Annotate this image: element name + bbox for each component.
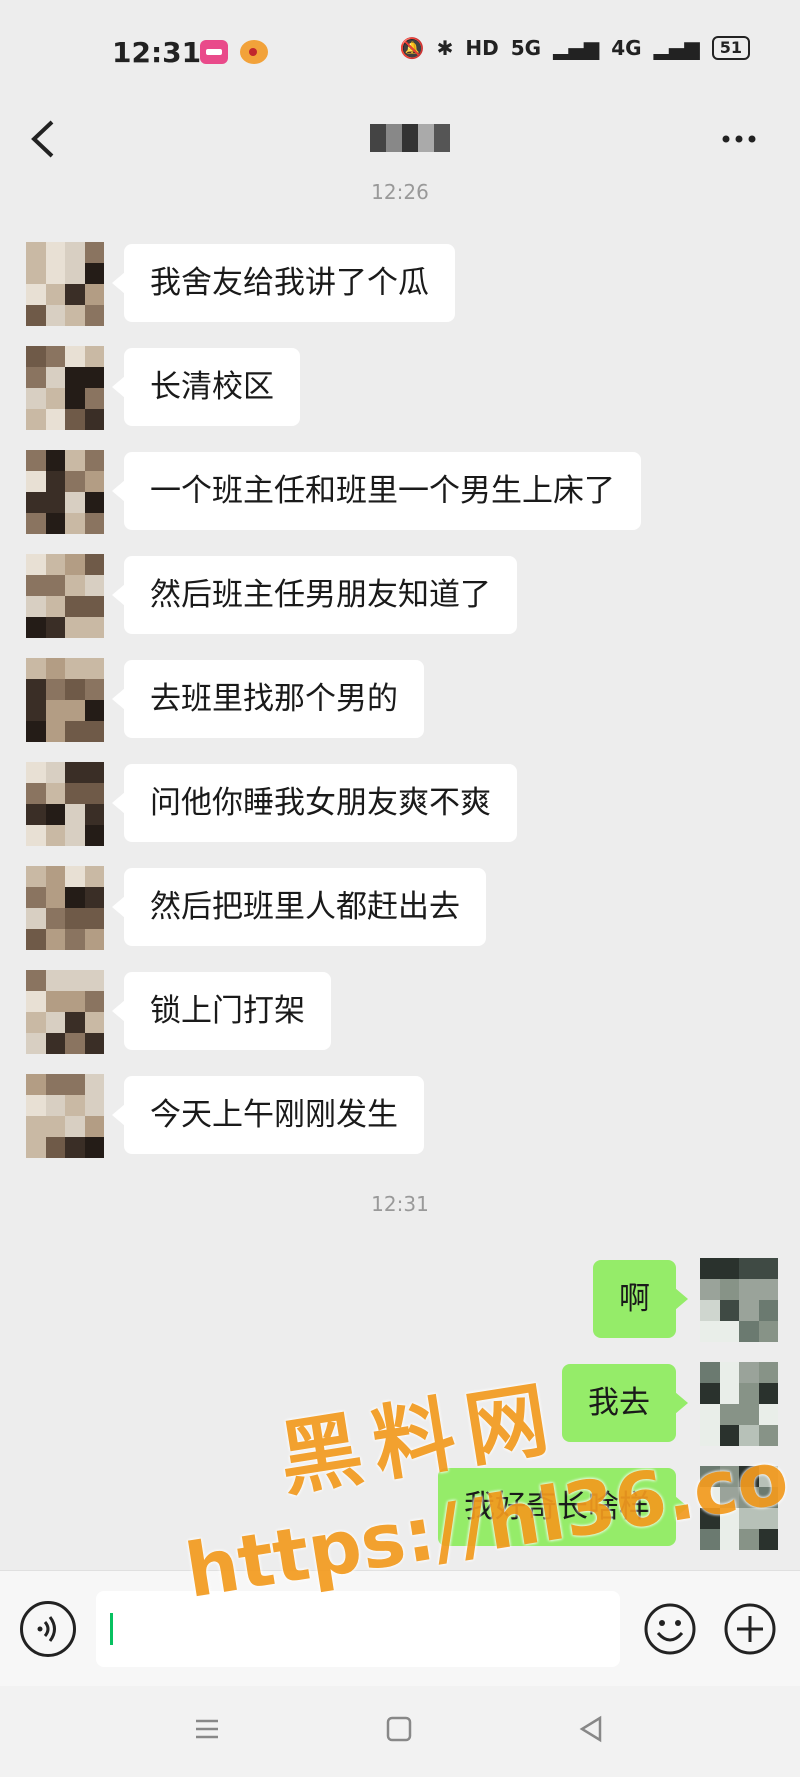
message-bubble-incoming[interactable]: 去班里找那个男的	[112, 660, 424, 738]
message-input-bar	[0, 1570, 800, 1686]
message-row: 问他你睡我女朋友爽不爽	[0, 762, 800, 846]
plus-button[interactable]	[722, 1601, 778, 1657]
voice-button[interactable]	[20, 1601, 76, 1657]
message-bubble-incoming[interactable]: 长清校区	[112, 348, 300, 426]
timestamp: 12:26	[371, 180, 429, 204]
avatar[interactable]	[26, 762, 104, 846]
nav-back-button[interactable]	[574, 1712, 608, 1746]
message-row: 一个班主任和班里一个男生上床了	[0, 450, 800, 534]
mute-icon: 🔕	[399, 36, 425, 60]
weibo-notification-icon	[240, 40, 268, 64]
status-time: 12:31	[112, 36, 202, 69]
signal-4g-label: 4G	[611, 36, 642, 60]
voice-icon	[37, 1616, 56, 1642]
emoji-icon	[644, 1603, 696, 1655]
message-input[interactable]	[96, 1591, 620, 1667]
avatar[interactable]	[26, 1074, 104, 1158]
back-button[interactable]	[24, 114, 64, 164]
text-caret	[110, 1613, 113, 1645]
timestamp: 12:31	[371, 1192, 429, 1216]
message-bubble-incoming[interactable]: 今天上午刚刚发生	[112, 1076, 424, 1154]
avatar[interactable]	[26, 554, 104, 638]
message-row: 我舍友给我讲了个瓜	[0, 242, 800, 326]
avatar[interactable]	[26, 970, 104, 1054]
message-row: 去班里找那个男的	[0, 658, 800, 742]
more-icon	[722, 135, 756, 143]
signal-5g-label: 5G	[510, 36, 542, 60]
message-bubble-incoming[interactable]: 然后把班里人都赶出去	[112, 868, 486, 946]
nav-menu-icon	[196, 1719, 218, 1739]
app-notification-icon	[200, 40, 228, 64]
message-row: 长清校区	[0, 346, 800, 430]
hd-badge: HD	[465, 36, 499, 60]
avatar[interactable]	[26, 242, 104, 326]
avatar[interactable]	[26, 346, 104, 430]
battery-indicator: 51	[711, 36, 750, 60]
nav-home-icon	[386, 1716, 412, 1742]
chat-header	[0, 100, 800, 180]
message-row: 今天上午刚刚发生	[0, 1074, 800, 1158]
signal-icon: ▂▄▆	[553, 36, 600, 60]
nav-back-icon	[579, 1715, 602, 1743]
status-indicators: 🔕 ✱ HD 5G ▂▄▆ 4G ▂▄▆ 51	[400, 36, 750, 60]
message-row: 啊	[0, 1258, 800, 1342]
avatar[interactable]	[26, 866, 104, 950]
bluetooth-icon: ✱	[436, 36, 454, 60]
avatar[interactable]	[26, 450, 104, 534]
message-bubble-outgoing[interactable]: 啊	[593, 1260, 688, 1338]
message-bubble-incoming[interactable]: 锁上门打架	[112, 972, 331, 1050]
message-bubble-incoming[interactable]: 一个班主任和班里一个男生上床了	[112, 452, 641, 530]
signal-icon-2: ▂▄▆	[653, 36, 700, 60]
message-row: 然后班主任男朋友知道了	[0, 554, 800, 638]
more-button[interactable]	[714, 114, 764, 164]
avatar-self[interactable]	[700, 1258, 778, 1342]
message-bubble-incoming[interactable]: 问他你睡我女朋友爽不爽	[112, 764, 517, 842]
message-bubble-outgoing[interactable]: 我去	[562, 1364, 688, 1442]
status-bar: 12:31 🔕 ✱ HD 5G ▂▄▆ 4G ▂▄▆ 51	[0, 0, 800, 100]
avatar[interactable]	[26, 658, 104, 742]
message-row: 然后把班里人都赶出去	[0, 866, 800, 950]
nav-home-button[interactable]	[382, 1712, 416, 1746]
contact-name-masked	[370, 124, 450, 152]
back-icon	[31, 120, 54, 158]
message-row: 锁上门打架	[0, 970, 800, 1054]
nav-menu-button[interactable]	[190, 1712, 224, 1746]
system-nav-bar	[0, 1686, 800, 1777]
emoji-button[interactable]	[642, 1601, 698, 1657]
message-bubble-incoming[interactable]: 然后班主任男朋友知道了	[112, 556, 517, 634]
avatar-self[interactable]	[700, 1362, 778, 1446]
plus-icon	[724, 1603, 776, 1655]
message-bubble-incoming[interactable]: 我舍友给我讲了个瓜	[112, 244, 455, 322]
